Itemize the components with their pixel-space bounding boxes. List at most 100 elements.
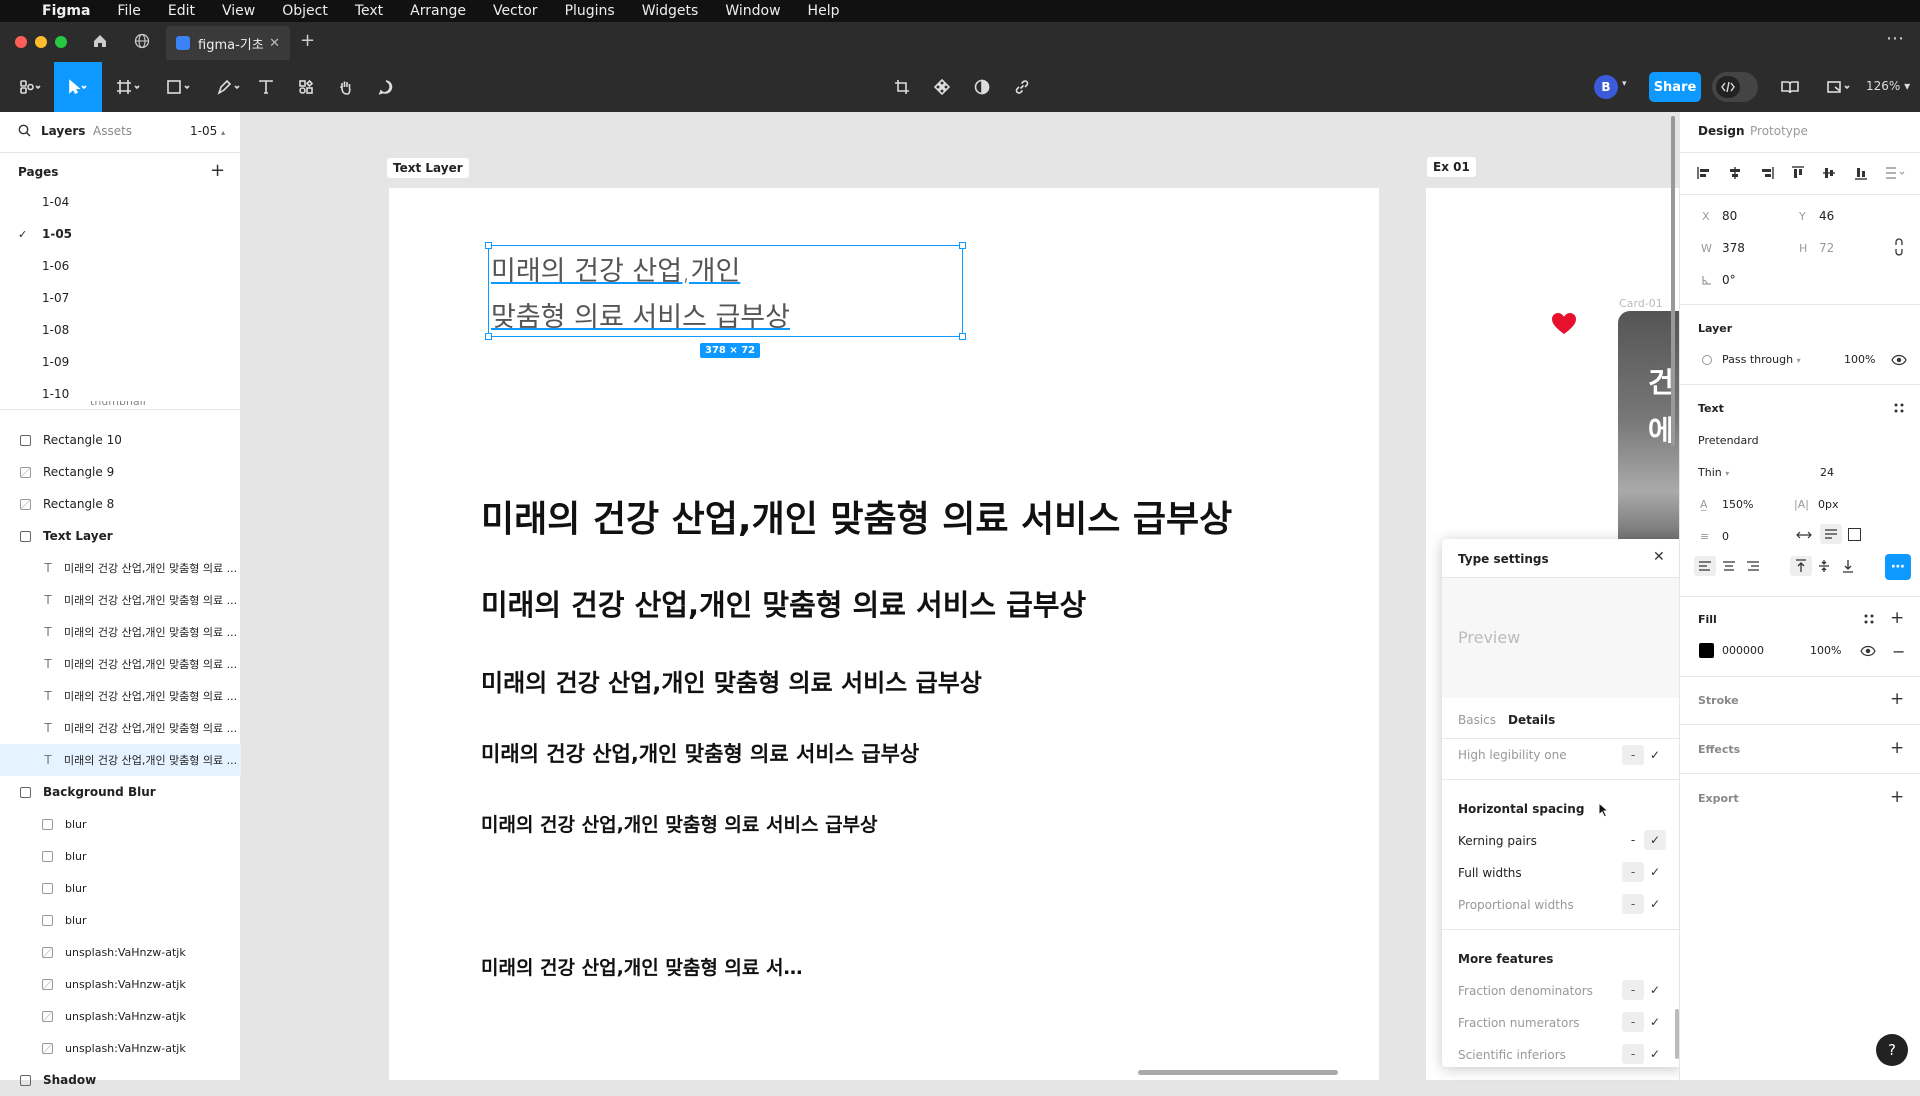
- layer-row[interactable]: unsplash:VaHnzw-atjk: [0, 936, 241, 968]
- vertical-scrollbar[interactable]: [1671, 116, 1675, 446]
- mask-tool-button[interactable]: [970, 62, 994, 112]
- globe-icon[interactable]: [134, 33, 150, 52]
- rotation-input[interactable]: 0°: [1722, 273, 1736, 287]
- menu-text[interactable]: Text: [355, 3, 383, 19]
- distribute-icon[interactable]: [1884, 165, 1906, 181]
- tab-layers[interactable]: Layers: [41, 124, 85, 138]
- tab-figma-file[interactable]: figma-기초 ✕: [166, 26, 290, 60]
- off-button[interactable]: -: [1622, 1012, 1644, 1032]
- menu-arrange[interactable]: Arrange: [410, 3, 466, 19]
- off-button[interactable]: -: [1622, 830, 1644, 850]
- avatar-chevron-down-icon[interactable]: ▾: [1622, 79, 1627, 89]
- align-left-icon[interactable]: [1696, 165, 1712, 181]
- on-button[interactable]: ✓: [1644, 894, 1666, 914]
- page-item[interactable]: 1-04: [0, 186, 241, 218]
- vertical-align-top-button[interactable]: [1790, 556, 1812, 576]
- fill-opacity-input[interactable]: 100%: [1810, 644, 1841, 657]
- layer-row[interactable]: T 미래의 건강 산업,개인 맞춤형 의료 ...: [0, 712, 241, 744]
- layer-row[interactable]: blur: [0, 872, 241, 904]
- heading-2[interactable]: 미래의 건강 산업,개인 맞춤형 의료 서비스 급부상: [481, 582, 1086, 624]
- tab-design[interactable]: Design: [1698, 124, 1745, 138]
- heading-6[interactable]: 미래의 건강 산업,개인 맞춤형 의료 서…: [481, 953, 803, 980]
- new-tab-icon[interactable]: +: [300, 30, 315, 51]
- layer-row[interactable]: Background Blur: [0, 776, 241, 808]
- vertical-align-bottom-icon[interactable]: [1842, 559, 1854, 576]
- heading-3[interactable]: 미래의 건강 산업,개인 맞춤형 의료 서비스 급부상: [481, 663, 982, 698]
- zoom-level[interactable]: 126% ▾: [1866, 79, 1910, 93]
- page-item[interactable]: 1-06: [0, 250, 241, 282]
- layer-row[interactable]: Shadow: [0, 1064, 241, 1096]
- font-size-input[interactable]: 24: [1820, 466, 1834, 479]
- layer-row[interactable]: T 미래의 건강 산업,개인 맞춤형 의료 ...: [0, 680, 241, 712]
- on-button[interactable]: ✓: [1644, 980, 1666, 1000]
- on-button[interactable]: ✓: [1644, 745, 1666, 765]
- comment-tool-button[interactable]: [374, 62, 398, 112]
- letter-spacing-input[interactable]: 0px: [1818, 498, 1839, 511]
- layer-row[interactable]: T 미래의 건강 산업,개인 맞춤형 의료 ...: [0, 552, 241, 584]
- line-height-input[interactable]: 150%: [1722, 498, 1753, 511]
- frame-label-ex01[interactable]: Ex 01: [1427, 157, 1476, 177]
- layer-row[interactable]: Rectangle 10: [0, 424, 241, 456]
- add-page-icon[interactable]: +: [210, 160, 225, 181]
- menu-edit[interactable]: Edit: [168, 3, 195, 19]
- align-center-h-icon[interactable]: [1727, 165, 1743, 181]
- layer-row[interactable]: unsplash:VaHnzw-atjk: [0, 968, 241, 1000]
- menu-plugins[interactable]: Plugins: [565, 3, 615, 19]
- text-align-right-icon[interactable]: [1746, 560, 1760, 575]
- x-input[interactable]: 80: [1722, 209, 1737, 223]
- menu-object[interactable]: Object: [282, 3, 328, 19]
- page-item[interactable]: 1-09: [0, 346, 241, 378]
- tab-basics[interactable]: Basics: [1458, 713, 1496, 727]
- layer-row[interactable]: blur: [0, 808, 241, 840]
- main-menu-button[interactable]: [10, 62, 50, 112]
- close-window-button[interactable]: [15, 36, 27, 48]
- add-stroke-icon[interactable]: +: [1890, 689, 1904, 709]
- shape-tool-button[interactable]: [158, 62, 200, 112]
- selected-text[interactable]: 미래의 건강 산업,개인 맞춤형 의료 서비스 급부상: [491, 249, 790, 341]
- align-bottom-icon[interactable]: [1853, 165, 1869, 181]
- fill-color-swatch[interactable]: [1699, 643, 1714, 658]
- off-button[interactable]: -: [1622, 894, 1644, 914]
- layer-row[interactable]: T 미래의 건강 산업,개인 맞춤형 의료 ...: [0, 616, 241, 648]
- share-button[interactable]: Share: [1649, 72, 1701, 102]
- y-input[interactable]: 46: [1819, 209, 1834, 223]
- menu-app-name[interactable]: Figma: [42, 3, 90, 19]
- page-item[interactable]: 1-08: [0, 314, 241, 346]
- align-right-icon[interactable]: [1759, 165, 1775, 181]
- heading-5[interactable]: 미래의 건강 산업,개인 맞춤형 의료 서비스 급부상: [481, 810, 878, 837]
- font-family-dropdown[interactable]: Pretendard: [1698, 434, 1759, 447]
- present-button[interactable]: [1822, 62, 1858, 112]
- menu-file[interactable]: File: [117, 3, 140, 19]
- font-weight-dropdown[interactable]: Thin ▾: [1698, 466, 1729, 479]
- layer-row[interactable]: Text Layer: [0, 520, 241, 552]
- selection-box[interactable]: 미래의 건강 산업,개인 맞춤형 의료 서비스 급부상: [485, 242, 966, 340]
- h-input[interactable]: 72: [1819, 241, 1834, 255]
- dev-mode-toggle[interactable]: [1712, 72, 1758, 102]
- tab-assets[interactable]: Assets: [93, 124, 132, 138]
- auto-width-icon[interactable]: [1796, 528, 1812, 545]
- vertical-align-middle-icon[interactable]: [1818, 559, 1830, 576]
- text-align-center-icon[interactable]: [1722, 560, 1736, 575]
- search-icon[interactable]: [18, 124, 31, 140]
- layer-row[interactable]: unsplash:VaHnzw-atjk: [0, 1032, 241, 1064]
- layer-row[interactable]: Rectangle 9: [0, 456, 241, 488]
- component-tool-button[interactable]: [930, 62, 954, 112]
- page-item[interactable]: 1-07: [0, 282, 241, 314]
- on-button[interactable]: ✓: [1644, 830, 1666, 850]
- tab-prototype[interactable]: Prototype: [1750, 124, 1808, 138]
- blend-mode-dropdown[interactable]: Pass through ▾: [1722, 353, 1801, 366]
- menu-view[interactable]: View: [222, 3, 255, 19]
- layer-row[interactable]: Rectangle 8: [0, 488, 241, 520]
- close-tab-icon[interactable]: ✕: [269, 36, 280, 51]
- text-align-left-button[interactable]: [1694, 556, 1716, 576]
- on-button[interactable]: ✓: [1644, 1012, 1666, 1032]
- fill-hex-input[interactable]: 000000: [1722, 644, 1764, 657]
- w-input[interactable]: 378: [1722, 241, 1745, 255]
- horizontal-scrollbar[interactable]: [1138, 1070, 1338, 1075]
- text-styles-icon[interactable]: [1893, 402, 1905, 417]
- layer-row[interactable]: blur: [0, 904, 241, 936]
- off-button[interactable]: -: [1622, 980, 1644, 1000]
- resources-tool-button[interactable]: [294, 62, 318, 112]
- hand-tool-button[interactable]: [334, 62, 358, 112]
- frame-label-text-layer[interactable]: Text Layer: [387, 158, 469, 178]
